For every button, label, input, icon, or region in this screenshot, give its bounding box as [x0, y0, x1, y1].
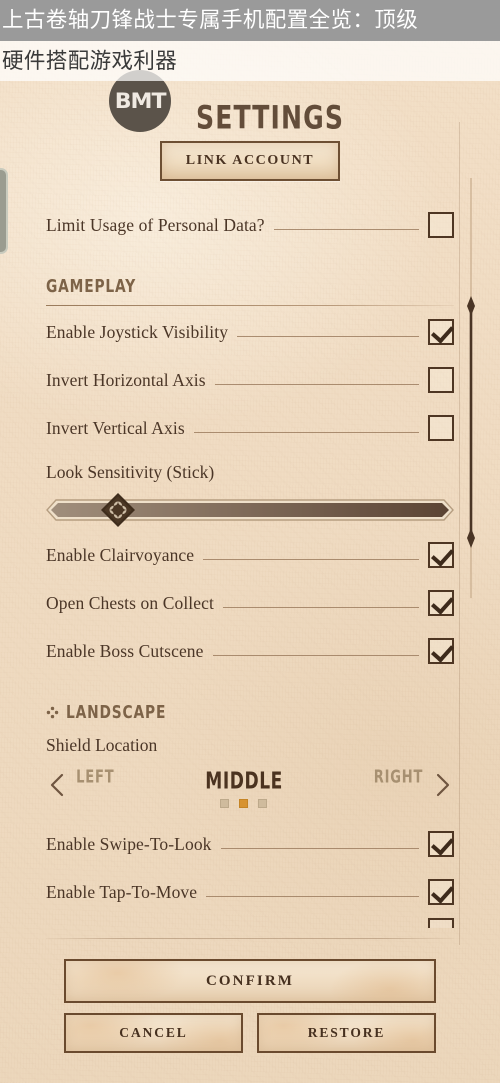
shield-location-selector[interactable]: LEFT MIDDLE RIGHT: [46, 768, 454, 820]
confirm-label: CONFIRM: [205, 972, 295, 989]
link-account-label: LINK ACCOUNT: [185, 153, 315, 168]
setting-row[interactable]: Open Chests on Collect: [46, 579, 454, 627]
section-landscape: LANDSCAPE: [46, 701, 454, 723]
selector-options: LEFT MIDDLE RIGHT: [68, 768, 432, 808]
row-label: Enable Boss Cutscene: [46, 640, 204, 661]
overlay-caption-line-2: 硬件搭配游戏利器: [0, 41, 500, 81]
selector-option-left[interactable]: LEFT: [76, 768, 114, 787]
row-limit-personal-data[interactable]: Limit Usage of Personal Data?: [46, 201, 454, 249]
gameplay-checkbox-0[interactable]: [428, 319, 454, 345]
secondary-actions-row: CANCEL RESTORE: [64, 1013, 436, 1053]
confirm-button[interactable]: CONFIRM: [64, 959, 436, 1003]
leader-line: [273, 229, 419, 230]
quatrefoil-icon: [46, 706, 59, 718]
cancel-label: CANCEL: [119, 1025, 188, 1040]
leader-line: [206, 896, 419, 897]
footer-actions: CONFIRM CANCEL RESTORE: [0, 945, 500, 1083]
gameplay-checkbox-2[interactable]: [428, 415, 454, 441]
selector-center: MIDDLE: [201, 768, 287, 808]
setting-row[interactable]: Enable Tap-To-Move: [46, 868, 454, 916]
selector-option-middle[interactable]: MIDDLE: [205, 768, 283, 794]
setting-row[interactable]: Enable Boss Cutscene: [46, 627, 454, 675]
chevron-right-icon[interactable]: [432, 772, 454, 798]
row-label: Limit Usage of Personal Data?: [46, 214, 265, 235]
gameplay2-checkbox-2[interactable]: [428, 638, 454, 664]
gameplay2-checkbox-1[interactable]: [428, 590, 454, 616]
chevron-left-icon[interactable]: [46, 772, 68, 798]
row-label: Invert Vertical Axis: [46, 417, 185, 438]
link-account-button[interactable]: LINK ACCOUNT: [160, 141, 340, 181]
page-dot-1[interactable]: [220, 799, 230, 808]
gameplay-row-group: Enable Joystick Visibility Invert Horizon…: [46, 308, 454, 452]
page-dot-2[interactable]: [239, 799, 249, 808]
gameplay2-checkbox-0[interactable]: [428, 542, 454, 568]
settings-screen: SETTINGS BMT LINK ACCOUNT Limit Usage of…: [0, 0, 500, 1083]
landscape-row-group: Enable Swipe-To-Look Enable Tap-To-Move: [46, 820, 454, 916]
page-dot-3[interactable]: [258, 799, 268, 808]
row-label: Enable Clairvoyance: [46, 544, 195, 565]
slider-label-look-sensitivity: Look Sensitivity (Stick): [46, 462, 215, 482]
slider-look-sensitivity[interactable]: [46, 489, 454, 531]
setting-row[interactable]: Invert Horizontal Axis: [46, 356, 454, 404]
selector-page-dots: [220, 799, 268, 808]
overlay-caption-line-1: 上古卷轴刀锋战士专属手机配置全览：顶级: [0, 0, 500, 41]
restore-button[interactable]: RESTORE: [257, 1013, 436, 1053]
restore-label: RESTORE: [307, 1025, 386, 1040]
slider-track: [46, 499, 454, 521]
section-title-landscape: LANDSCAPE: [66, 701, 167, 723]
section-gameplay: GAMEPLAY: [46, 275, 454, 306]
page-title: SETTINGS: [196, 100, 345, 137]
scrollbar-thumb: [467, 296, 475, 548]
landscape-checkbox-1[interactable]: [428, 879, 454, 905]
landscape-checkbox-0[interactable]: [428, 831, 454, 857]
settings-scroll-panel[interactable]: LINK ACCOUNT Limit Usage of Personal Dat…: [0, 122, 500, 945]
row-label: Enable Swipe-To-Look: [46, 833, 212, 854]
row-label: Enable Joystick Visibility: [46, 321, 229, 342]
gameplay-row-group-2: Enable Clairvoyance Open Chests on Collec…: [46, 531, 454, 675]
edge-drawer-handle[interactable]: [0, 168, 8, 254]
leader-line: [214, 384, 419, 385]
leader-line: [212, 655, 419, 656]
checkbox-clipped-offscreen[interactable]: [428, 918, 454, 928]
section-rule: [46, 305, 454, 306]
overlay-caption-banner: 上古卷轴刀锋战士专属手机配置全览：顶级 硬件搭配游戏利器: [0, 0, 500, 81]
setting-row[interactable]: Enable Clairvoyance: [46, 531, 454, 579]
setting-row[interactable]: Invert Vertical Axis: [46, 404, 454, 452]
selector-label-shield-location: Shield Location: [46, 735, 158, 755]
row-label: Enable Tap-To-Move: [46, 881, 198, 902]
selector-option-right[interactable]: RIGHT: [374, 768, 424, 787]
leader-line: [220, 848, 419, 849]
checkbox-limit-personal-data[interactable]: [428, 212, 454, 238]
leader-line: [237, 336, 419, 337]
vertical-scrollbar[interactable]: [464, 178, 478, 598]
cancel-button[interactable]: CANCEL: [64, 1013, 243, 1053]
row-label: Invert Horizontal Axis: [46, 369, 206, 390]
leader-line: [203, 559, 419, 560]
leader-line: [222, 607, 419, 608]
leader-line: [193, 432, 419, 433]
panel-bottom-rule: [46, 938, 454, 939]
bmt-logo-text: BMT: [114, 89, 167, 113]
gameplay-checkbox-1[interactable]: [428, 367, 454, 393]
section-title-gameplay: GAMEPLAY: [46, 275, 137, 297]
row-label: Open Chests on Collect: [46, 592, 214, 613]
setting-row[interactable]: Enable Joystick Visibility: [46, 308, 454, 356]
setting-row[interactable]: Enable Swipe-To-Look: [46, 820, 454, 868]
